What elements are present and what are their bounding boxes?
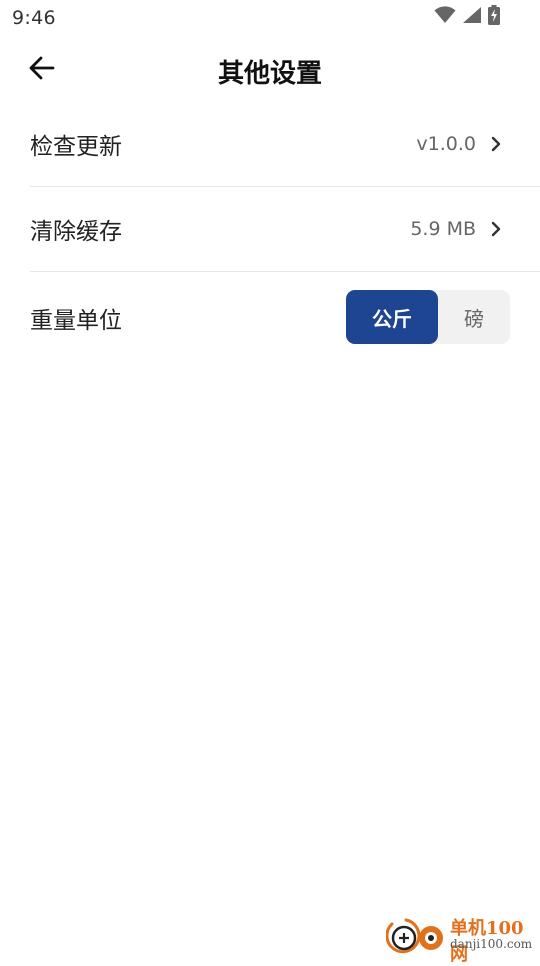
check-update-row[interactable]: 检查更新 v1.0.0 xyxy=(30,102,540,187)
status-bar: 9:46 xyxy=(0,0,540,36)
unit-option-kg[interactable]: 公斤 xyxy=(346,290,438,344)
chevron-right-icon xyxy=(488,136,504,152)
clear-cache-label: 清除缓存 xyxy=(30,219,122,245)
page-title: 其他设置 xyxy=(217,59,322,89)
weight-unit-row: 重量单位 公斤 磅 xyxy=(30,272,540,364)
weight-unit-toggle: 公斤 磅 xyxy=(346,290,510,344)
app-version-value: v1.0.0 xyxy=(416,133,476,155)
clear-cache-row[interactable]: 清除缓存 5.9 MB xyxy=(30,187,540,272)
battery-charging-icon xyxy=(488,5,500,29)
app-header: 其他设置 xyxy=(0,36,540,102)
signal-icon xyxy=(462,6,482,28)
status-time: 9:46 xyxy=(12,7,56,29)
cache-size-value: 5.9 MB xyxy=(410,218,476,240)
watermark: 单机100网 danji100.com xyxy=(385,910,536,965)
watermark-logo-icon xyxy=(385,916,448,956)
settings-list: 检查更新 v1.0.0 清除缓存 5.9 MB 重量单位 公斤 磅 xyxy=(30,102,540,364)
unit-option-lb[interactable]: 磅 xyxy=(438,290,510,344)
chevron-right-icon xyxy=(488,221,504,237)
watermark-url: danji100.com xyxy=(450,937,533,951)
check-update-label: 检查更新 xyxy=(30,134,122,160)
status-icons xyxy=(434,5,500,29)
wifi-icon xyxy=(434,6,456,28)
